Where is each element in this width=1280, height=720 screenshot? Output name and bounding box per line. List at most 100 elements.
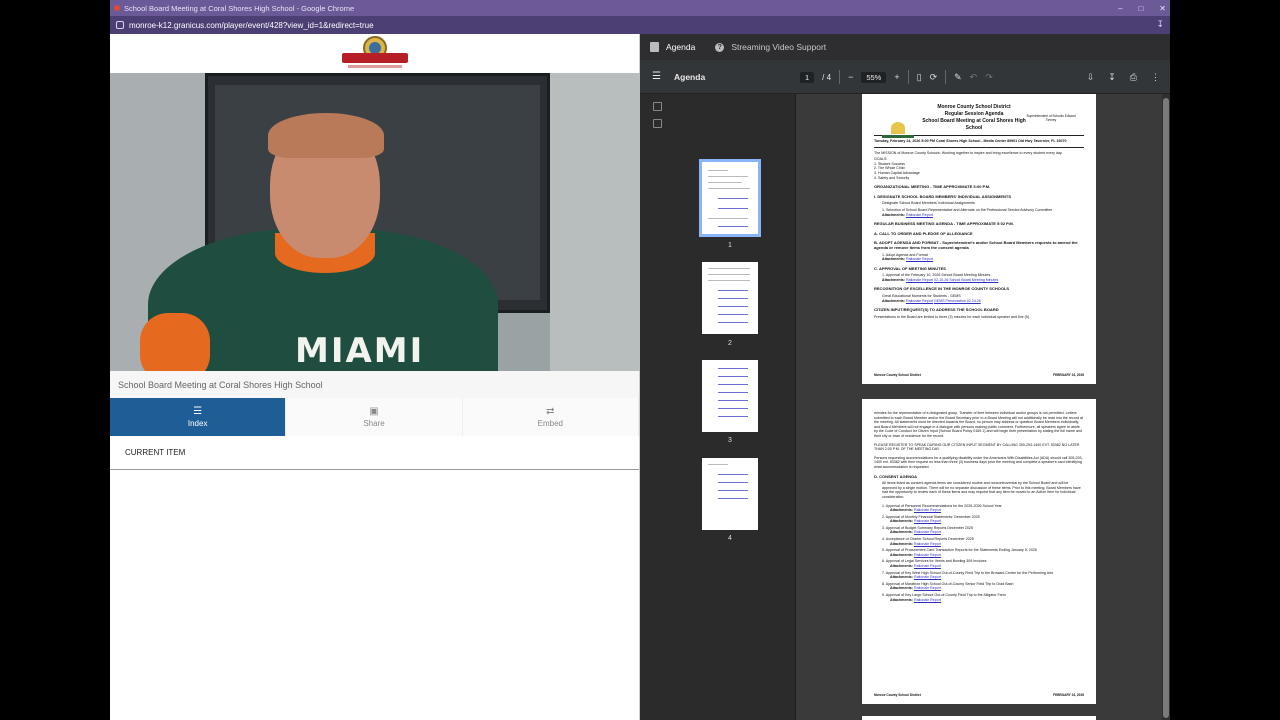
attachments-label: Attachments: (890, 541, 913, 546)
rotate-icon[interactable]: ⟳ (930, 72, 938, 83)
player-tabs: ☰ Index ▣ Share ⇄ Embed (110, 398, 639, 436)
tab-index-label: Index (187, 418, 208, 428)
maximize-icon[interactable]: □ (1138, 4, 1143, 13)
undo-icon[interactable]: ↶ (970, 72, 978, 83)
pdf-toolbar: ☰ Agenda 1 / 4 − 55% + ▯ ⟳ ✎ ↶ ↷ ⇩ ↧ ⎙ ⋮ (640, 60, 1170, 94)
url-text[interactable]: monroe-k12.granicus.com/player/event/428… (129, 21, 374, 30)
share-icon: ▣ (369, 405, 379, 417)
hamburger-menu-icon[interactable]: ☰ (652, 71, 670, 82)
ada-notice: Persons requesting accommodations for a … (874, 455, 1083, 469)
print-icon[interactable]: ⎙ (1130, 72, 1137, 83)
citizen-input-heading: CITIZEN INPUT/REQUEST(S) TO ADDRESS THE … (874, 307, 999, 313)
minimize-icon[interactable]: – (1118, 4, 1122, 13)
minutes-link[interactable]: 02-10-26 School Board Meeting Minutes (934, 278, 998, 282)
save-download-icon[interactable]: ⇩ (1087, 72, 1095, 83)
letterbox-right (1170, 0, 1280, 720)
rationale-link[interactable]: Rationale Report (914, 598, 941, 602)
list-icon: ☰ (193, 405, 203, 417)
tab-share[interactable]: ▣ Share (286, 398, 463, 436)
page-thumbnail-2[interactable] (702, 262, 758, 334)
attachments-label: Attachments: (890, 575, 913, 580)
goal-4: 4. Safety and Security (874, 175, 910, 180)
current-item-header: CURRENT ITEM (110, 436, 639, 470)
superintendent-label: Superintendent of Schools Edward Tierney (1026, 114, 1076, 122)
tab-streaming-support[interactable]: ? Streaming Video Support (705, 34, 836, 60)
regular-business-heading: REGULAR BUSINESS MEETING AGENDA - TIME A… (874, 221, 1014, 227)
download-icon[interactable]: ↧ (1156, 19, 1164, 30)
rationale-link[interactable]: Rationale Report (906, 257, 933, 261)
pdf-page-3-peek (862, 716, 1096, 720)
thumb-number-1: 1 (728, 242, 732, 249)
attachments-label: Attachments: (890, 564, 913, 569)
pdf-actions: ⇩ ↧ ⎙ ⋮ (1087, 60, 1160, 94)
pdf-body: 1 2 3 4 Superintendent of Schools Edward… (640, 94, 1170, 720)
rationale-link[interactable]: Rationale Report (914, 519, 941, 523)
rationale-link[interactable]: Rationale Report (906, 299, 933, 303)
zoom-level[interactable]: 55% (861, 71, 887, 83)
tab-embed[interactable]: ⇄ Embed (462, 398, 639, 436)
rationale-link[interactable]: Rationale Report (914, 586, 941, 590)
video-player[interactable]: MIAMI (110, 73, 640, 371)
page-number-input[interactable]: 1 (800, 71, 815, 83)
tab-agenda[interactable]: Agenda (640, 34, 705, 60)
rationale-link[interactable]: Rationale Report (906, 213, 933, 217)
attachments-label: Attachments: (890, 530, 913, 535)
pdf-scrollbar[interactable] (1162, 94, 1170, 720)
district-name: Monroe County School District (937, 104, 1011, 110)
zoom-in-icon[interactable]: + (894, 72, 899, 82)
site-info-icon[interactable] (116, 21, 124, 29)
more-options-icon[interactable]: ⋮ (1151, 72, 1160, 83)
window-controls: – □ ✕ (1118, 0, 1166, 16)
attachments-label: Attachments: (890, 519, 913, 524)
pdf-pages: Superintendent of Schools Edward Tierney… (796, 94, 1170, 720)
attachments-label: Attachments: (882, 298, 905, 303)
attachments-label: Attachments: (882, 212, 905, 217)
redo-icon[interactable]: ↷ (985, 72, 993, 83)
event-title: School Board Meeting at Coral Shores Hig… (110, 371, 639, 398)
thumbnail-panel: 1 2 3 4 (676, 94, 796, 720)
download-pdf-icon[interactable]: ↧ (1108, 72, 1116, 83)
rationale-link[interactable]: Rationale Report (914, 575, 941, 579)
district-seal (882, 122, 914, 142)
tab-agenda-label: Agenda (666, 42, 696, 52)
footer-right: FEBRUARY 24, 2026 (1053, 693, 1084, 698)
pdf-doc-name: Agenda (674, 71, 706, 82)
thumb-number-3: 3 (728, 437, 732, 444)
footer-left: Monroe County School District (874, 693, 921, 698)
pdf-page-2: minutes for the representative of a desi… (862, 399, 1096, 704)
tab-index[interactable]: ☰ Index (110, 398, 287, 436)
rationale-link[interactable]: Rationale Report (914, 542, 941, 546)
title-bar: School Board Meeting at Coral Shores Hig… (110, 0, 1170, 16)
rationale-link[interactable]: Rationale Report (914, 530, 941, 534)
fit-page-icon[interactable]: ▯ (917, 72, 922, 83)
rationale-link[interactable]: Rationale Report (914, 508, 941, 512)
attachments-label: Attachments: (890, 597, 913, 602)
annotate-icon[interactable]: ✎ (954, 72, 962, 83)
rationale-link[interactable]: Rationale Report (914, 564, 941, 568)
close-icon[interactable]: ✕ (1159, 4, 1166, 13)
rationale-link[interactable]: Rationale Report (906, 278, 933, 282)
footer-right: FEBRUARY 24, 2026 (1053, 373, 1084, 378)
page-total: / 4 (822, 72, 832, 82)
section-d-text: All items listed as consent agenda items… (882, 481, 1081, 499)
district-logo (340, 35, 410, 72)
page-thumbnail-4[interactable] (702, 458, 758, 530)
attachments-label: Attachments: (882, 277, 905, 282)
page-footer: Monroe County School District FEBRUARY 2… (874, 693, 1084, 698)
attachments-label: Attachments: (890, 586, 913, 591)
page-thumbnail-1[interactable] (699, 159, 761, 237)
meeting-name: School Board Meeting at Coral Shores Hig… (922, 118, 1026, 131)
address-bar[interactable]: monroe-k12.granicus.com/player/event/428… (110, 16, 1170, 34)
pdf-page-1: Superintendent of Schools Edward Tierney… (862, 94, 1096, 384)
viewer-tabs: Agenda ? Streaming Video Support (640, 34, 1170, 60)
zoom-out-icon[interactable]: − (848, 72, 853, 82)
thumbnails-icon[interactable] (653, 102, 662, 111)
section-i-heading: I. DESIGNATE SCHOOL BOARD MEMBERS' INDIV… (874, 193, 1012, 199)
recognition-heading: RECOGNITION OF EXCELLENCE IN THE MONROE … (874, 286, 1010, 292)
gems-link[interactable]: GEMS Presentation 02.24.26 (934, 299, 981, 303)
outline-icon[interactable] (653, 119, 662, 128)
browser-window: School Board Meeting at Coral Shores Hig… (110, 0, 1170, 720)
tab-share-label: Share (363, 418, 385, 428)
rationale-link[interactable]: Rationale Report (914, 553, 941, 557)
page-thumbnail-3[interactable] (702, 360, 758, 432)
